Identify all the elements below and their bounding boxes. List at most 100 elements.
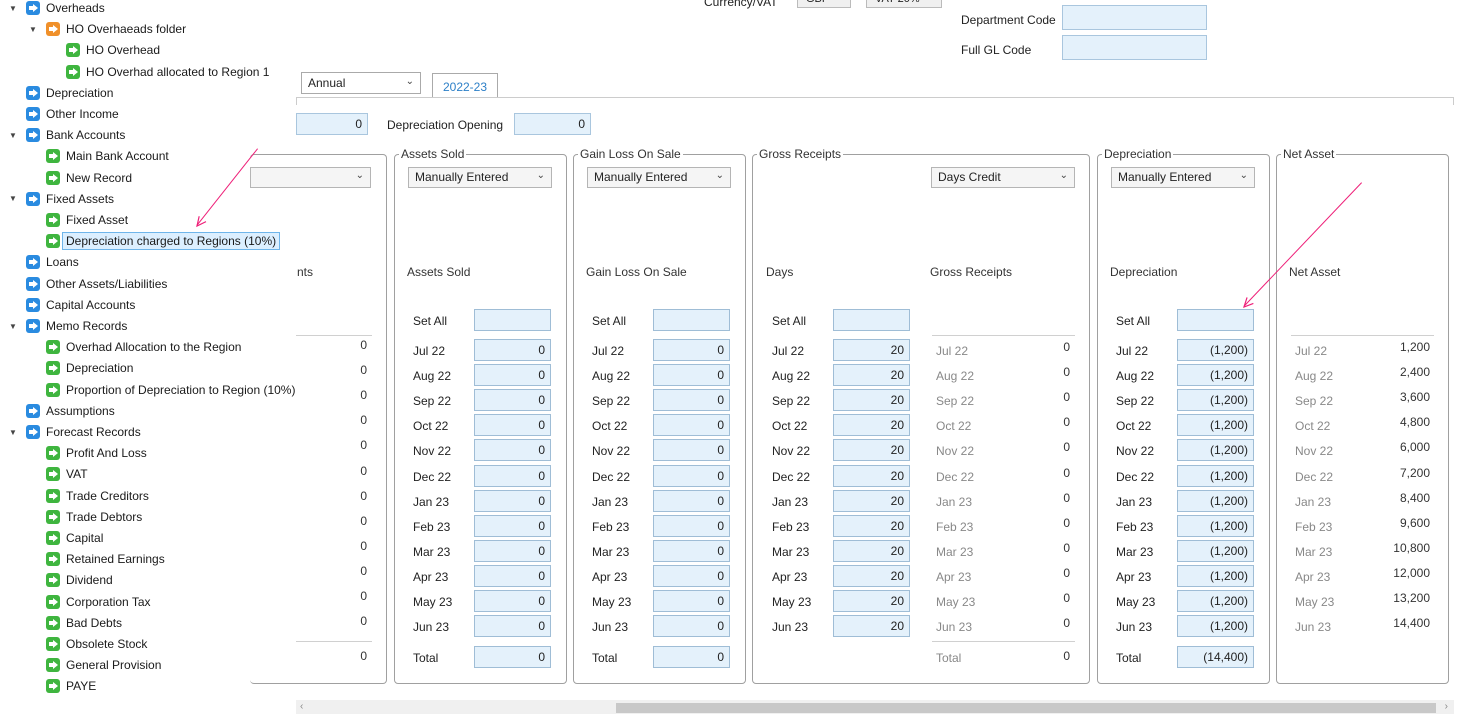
- scroll-right-icon[interactable]: ›: [1445, 701, 1448, 712]
- tree-item[interactable]: Capital Accounts: [6, 295, 135, 315]
- tree-item[interactable]: Obsolete Stock: [26, 634, 147, 654]
- tree-item[interactable]: Loans: [6, 252, 79, 272]
- depreciation-opening-input[interactable]: 0: [514, 113, 591, 135]
- tree-item[interactable]: Other Assets/Liabilities: [6, 274, 167, 294]
- tree-item[interactable]: ▼ Overheads: [6, 0, 105, 18]
- tree-item[interactable]: Retained Earnings: [26, 549, 165, 569]
- gain_loss-month-input[interactable]: 0: [653, 590, 730, 612]
- tree-item[interactable]: Depreciation: [6, 83, 113, 103]
- expand-toggle-icon[interactable]: ▼: [6, 428, 20, 437]
- tree-item[interactable]: Profit And Loss: [26, 443, 147, 463]
- assets_sold-month-input[interactable]: 0: [474, 539, 551, 562]
- gain_loss-set-all-input[interactable]: [653, 309, 730, 331]
- depreciation-month-input[interactable]: (1,200): [1177, 539, 1254, 562]
- gain_loss-month-input[interactable]: 0: [653, 615, 730, 638]
- days-month-input[interactable]: 20: [833, 489, 910, 512]
- assets_sold-method-select[interactable]: Manually Entered ⌄: [408, 167, 552, 188]
- expand-toggle-icon[interactable]: ▼: [6, 194, 20, 203]
- assets_sold-month-input[interactable]: 0: [474, 489, 551, 512]
- assets_sold-month-input[interactable]: 0: [474, 615, 551, 638]
- period-select[interactable]: Annual ⌄: [301, 72, 421, 94]
- days-month-input[interactable]: 20: [833, 389, 910, 412]
- assets_sold-month-input[interactable]: 0: [474, 439, 551, 462]
- days-month-input[interactable]: 20: [833, 339, 910, 361]
- opening-value-input[interactable]: 0: [296, 113, 368, 135]
- tab-2022-23[interactable]: 2022-23: [432, 73, 498, 98]
- assets_sold-month-input[interactable]: 0: [474, 464, 551, 487]
- tree-item[interactable]: Depreciation: [26, 358, 133, 378]
- days-set-all-input[interactable]: [833, 309, 910, 331]
- tree-item[interactable]: Trade Debtors: [26, 507, 142, 527]
- assets_sold-month-input[interactable]: 0: [474, 389, 551, 412]
- tree-item[interactable]: VAT: [26, 464, 88, 484]
- tree-item[interactable]: HO Overhad allocated to Region 1: [46, 62, 269, 82]
- gain_loss-month-input[interactable]: 0: [653, 514, 730, 537]
- tree-item[interactable]: Corporation Tax: [26, 592, 151, 612]
- depreciation-month-input[interactable]: (1,200): [1177, 590, 1254, 612]
- scroll-left-icon[interactable]: ‹: [300, 701, 303, 712]
- expand-toggle-icon[interactable]: ▼: [26, 25, 40, 34]
- depreciation-month-input[interactable]: (1,200): [1177, 364, 1254, 387]
- vat-select[interactable]: VAT 20%: [866, 0, 942, 8]
- gain_loss-month-input[interactable]: 0: [653, 389, 730, 412]
- tree-item[interactable]: ▼ Forecast Records: [6, 422, 141, 442]
- depreciation-month-input[interactable]: (1,200): [1177, 439, 1254, 462]
- gross-receipts-method-select[interactable]: Days Credit ⌄: [931, 167, 1075, 188]
- days-month-input[interactable]: 20: [833, 539, 910, 562]
- depreciation-month-input[interactable]: (1,200): [1177, 564, 1254, 587]
- gain_loss-month-input[interactable]: 0: [653, 564, 730, 587]
- gain_loss-month-input[interactable]: 0: [653, 464, 730, 487]
- full-gl-code-input[interactable]: [1062, 35, 1207, 60]
- depreciation-month-input[interactable]: (1,200): [1177, 339, 1254, 361]
- days-month-input[interactable]: 20: [833, 439, 910, 462]
- assets_sold-month-input[interactable]: 0: [474, 414, 551, 437]
- tree-item[interactable]: Trade Creditors: [26, 486, 149, 506]
- assets_sold-month-input[interactable]: 0: [474, 364, 551, 387]
- tree-item[interactable]: Dividend: [26, 570, 113, 590]
- days-month-input[interactable]: 20: [833, 414, 910, 437]
- assets_sold-month-input[interactable]: 0: [474, 514, 551, 537]
- days-month-input[interactable]: 20: [833, 514, 910, 537]
- tree-item[interactable]: ▼ Bank Accounts: [6, 125, 125, 145]
- partial-method-select[interactable]: ⌄: [250, 167, 371, 188]
- scrollbar-thumb[interactable]: [616, 703, 1436, 713]
- expand-toggle-icon[interactable]: ▼: [6, 4, 20, 13]
- tree-item[interactable]: Main Bank Account: [26, 146, 169, 166]
- gain_loss-month-input[interactable]: 0: [653, 339, 730, 361]
- expand-toggle-icon[interactable]: ▼: [6, 322, 20, 331]
- gain_loss-month-input[interactable]: 0: [653, 539, 730, 562]
- gain_loss-method-select[interactable]: Manually Entered ⌄: [587, 167, 731, 188]
- depreciation-month-input[interactable]: (1,200): [1177, 615, 1254, 638]
- depreciation-month-input[interactable]: (1,200): [1177, 514, 1254, 537]
- assets_sold-set-all-input[interactable]: [474, 309, 551, 331]
- days-month-input[interactable]: 20: [833, 564, 910, 587]
- tree-item[interactable]: Fixed Asset: [26, 210, 128, 230]
- depreciation-month-input[interactable]: (1,200): [1177, 489, 1254, 512]
- horizontal-scrollbar[interactable]: ‹ ›: [296, 700, 1454, 714]
- tree-item[interactable]: New Record: [26, 168, 132, 188]
- gain_loss-month-input[interactable]: 0: [653, 439, 730, 462]
- depreciation-month-input[interactable]: (1,200): [1177, 464, 1254, 487]
- tree-item[interactable]: Other Income: [6, 104, 119, 124]
- tree-item[interactable]: General Provision: [26, 655, 161, 675]
- tree-item[interactable]: Assumptions: [6, 401, 115, 421]
- gain_loss-month-input[interactable]: 0: [653, 414, 730, 437]
- tree-item[interactable]: ▼ HO Overhaeads folder: [26, 19, 186, 39]
- assets_sold-month-input[interactable]: 0: [474, 590, 551, 612]
- assets_sold-month-input[interactable]: 0: [474, 339, 551, 361]
- days-month-input[interactable]: 20: [833, 364, 910, 387]
- days-month-input[interactable]: 20: [833, 590, 910, 612]
- tree-item[interactable]: Overhad Allocation to the Region: [26, 337, 241, 357]
- depreciation-method-select[interactable]: Manually Entered ⌄: [1111, 167, 1255, 188]
- tree-item[interactable]: Bad Debts: [26, 613, 122, 633]
- depreciation-month-input[interactable]: (1,200): [1177, 389, 1254, 412]
- expand-toggle-icon[interactable]: ▼: [6, 131, 20, 140]
- depreciation-month-input[interactable]: (1,200): [1177, 414, 1254, 437]
- tree-item[interactable]: ▼ Memo Records: [6, 316, 127, 336]
- days-month-input[interactable]: 20: [833, 615, 910, 638]
- department-code-input[interactable]: [1062, 5, 1207, 30]
- tree-item[interactable]: Capital: [26, 528, 103, 548]
- tree-item[interactable]: Depreciation charged to Regions (10%): [26, 231, 281, 251]
- assets_sold-month-input[interactable]: 0: [474, 564, 551, 587]
- gain_loss-month-input[interactable]: 0: [653, 364, 730, 387]
